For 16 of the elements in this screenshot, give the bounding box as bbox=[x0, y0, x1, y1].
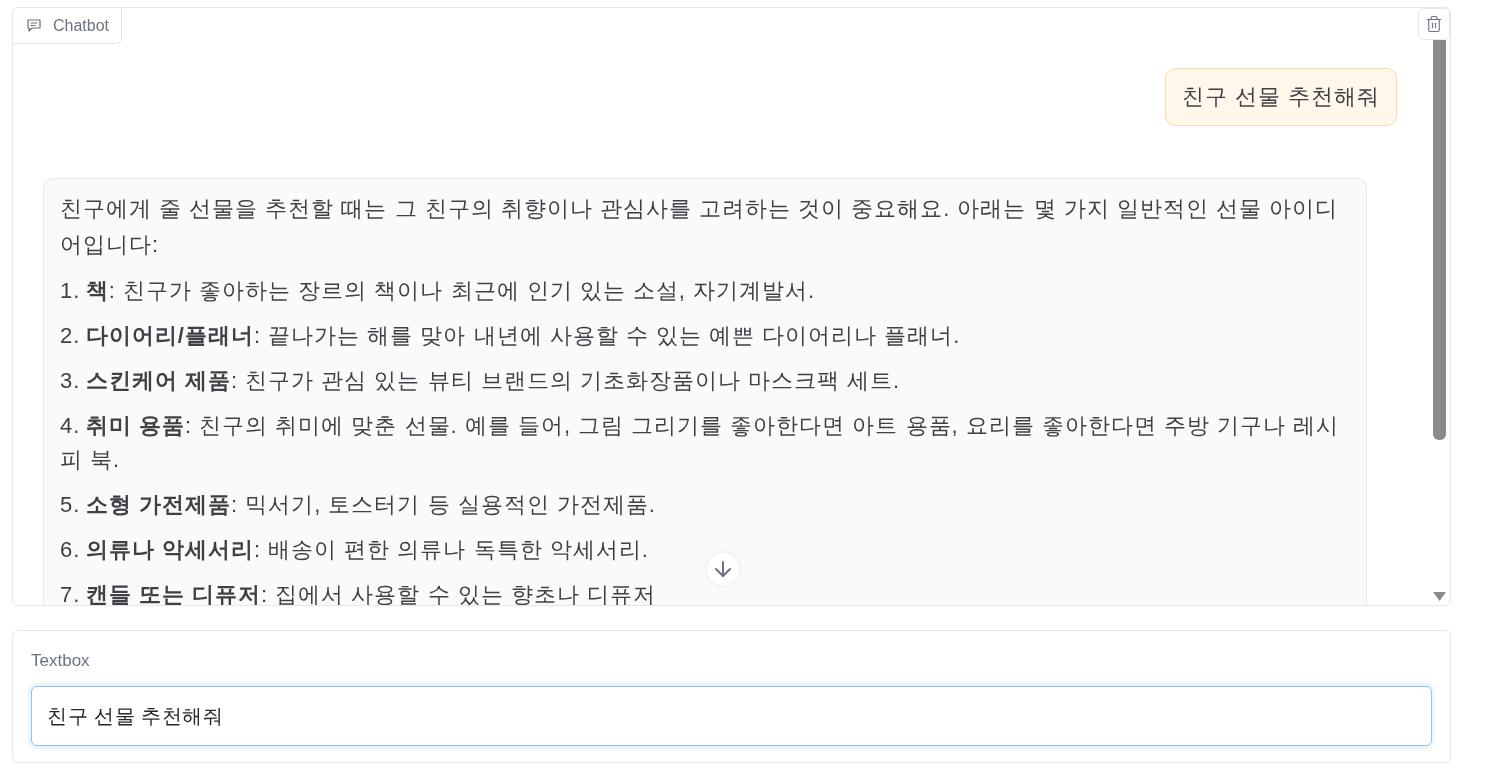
list-item: 4. 취미 용품: 친구의 취미에 맞춘 선물. 예를 들어, 그림 그리기를 좋아한다면 아트 용품, 요리를 좋아한다면 주방 기구나 레시피 북. bbox=[60, 412, 1341, 474]
trash-icon bbox=[1425, 15, 1443, 33]
list-item: 5. 소형 가전제품: 믹서기, 토스터기 등 실용적인 가전제품. bbox=[60, 491, 657, 519]
chatbot-label: Chatbot bbox=[13, 8, 123, 44]
chat-icon bbox=[27, 19, 41, 32]
message-paragraph: 친구에게 줄 선물을 추천할 때는 그 친구의 취향이나 관심사를 고려하는 것이 중요해요. 아래는 몇 가지 일반적인 선물 아이디어입니다: bbox=[60, 195, 1340, 259]
delete-button[interactable] bbox=[1418, 8, 1450, 40]
list-item: 7. 캔들 또는 디퓨저: 집에서 사용할 수 있는 향초나 디퓨저 bbox=[60, 581, 657, 605]
scroll-arrow-icon[interactable] bbox=[1433, 592, 1446, 601]
user-message: 친구 선물 추천해줘 bbox=[1164, 68, 1397, 126]
list-item: 1. 책: 친구가 좋아하는 장르의 책이나 최근에 인기 있는 소설, 자기계발서. bbox=[60, 277, 817, 305]
textbox-label: Textbox bbox=[31, 650, 90, 672]
list-item: 3. 스킨케어 제품: 친구가 관심 있는 뷰티 브랜드의 기초화장품이나 마스크팩 세트. bbox=[60, 367, 902, 395]
message-input[interactable]: 친구 선물 추천해줘 bbox=[31, 686, 1432, 746]
list-item: 2. 다이어리/플래너: 끝나가는 해를 맞아 내년에 사용할 수 있는 예쁜 다이어리나 플래너. bbox=[60, 322, 962, 350]
list-item: 6. 의류나 악세서리: 배송이 편한 의류나 독특한 악세서리. bbox=[60, 536, 650, 564]
